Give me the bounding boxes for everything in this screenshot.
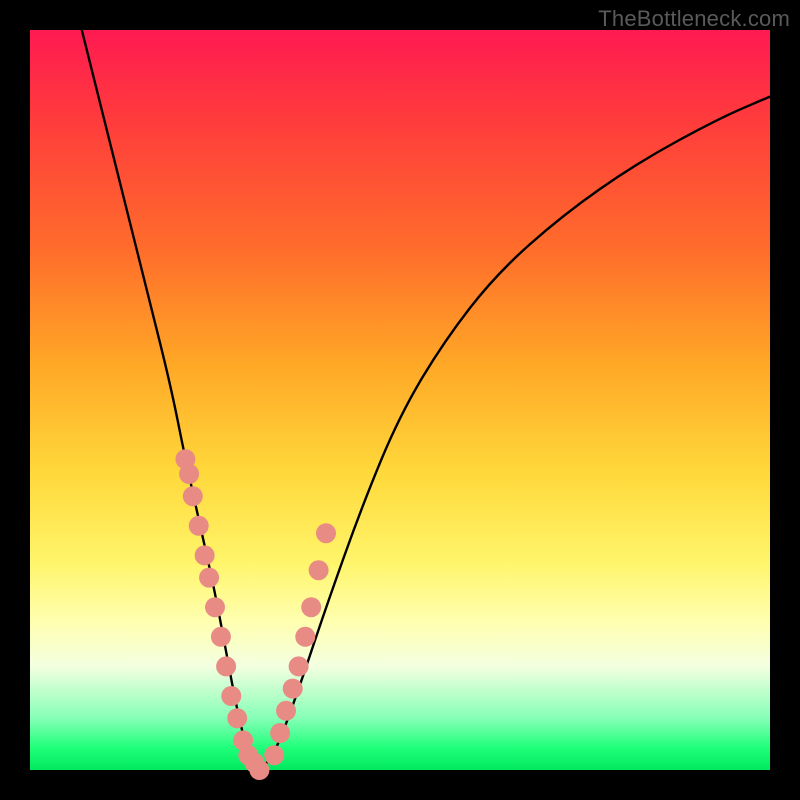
- marker-dot: [199, 568, 219, 588]
- marker-dot: [270, 723, 290, 743]
- marker-dot: [227, 708, 247, 728]
- marker-dot: [216, 656, 236, 676]
- plot-area: [30, 30, 770, 770]
- marker-dot: [249, 760, 269, 780]
- bottleneck-curve: [82, 30, 770, 766]
- marker-dot: [316, 523, 336, 543]
- marker-dot: [189, 516, 209, 536]
- marker-dot: [289, 656, 309, 676]
- marker-dot: [276, 701, 296, 721]
- marker-dot: [283, 679, 303, 699]
- marker-dot: [183, 486, 203, 506]
- marker-dot: [301, 597, 321, 617]
- marker-group-right: [264, 523, 336, 765]
- marker-dot: [221, 686, 241, 706]
- marker-group-left: [175, 449, 269, 780]
- marker-dot: [309, 560, 329, 580]
- marker-dot: [179, 464, 199, 484]
- chart-svg: [30, 30, 770, 770]
- marker-dot: [211, 627, 231, 647]
- marker-dot: [205, 597, 225, 617]
- marker-dot: [295, 627, 315, 647]
- chart-frame: TheBottleneck.com: [0, 0, 800, 800]
- marker-dot: [264, 745, 284, 765]
- marker-dot: [195, 545, 215, 565]
- watermark-text: TheBottleneck.com: [598, 6, 790, 32]
